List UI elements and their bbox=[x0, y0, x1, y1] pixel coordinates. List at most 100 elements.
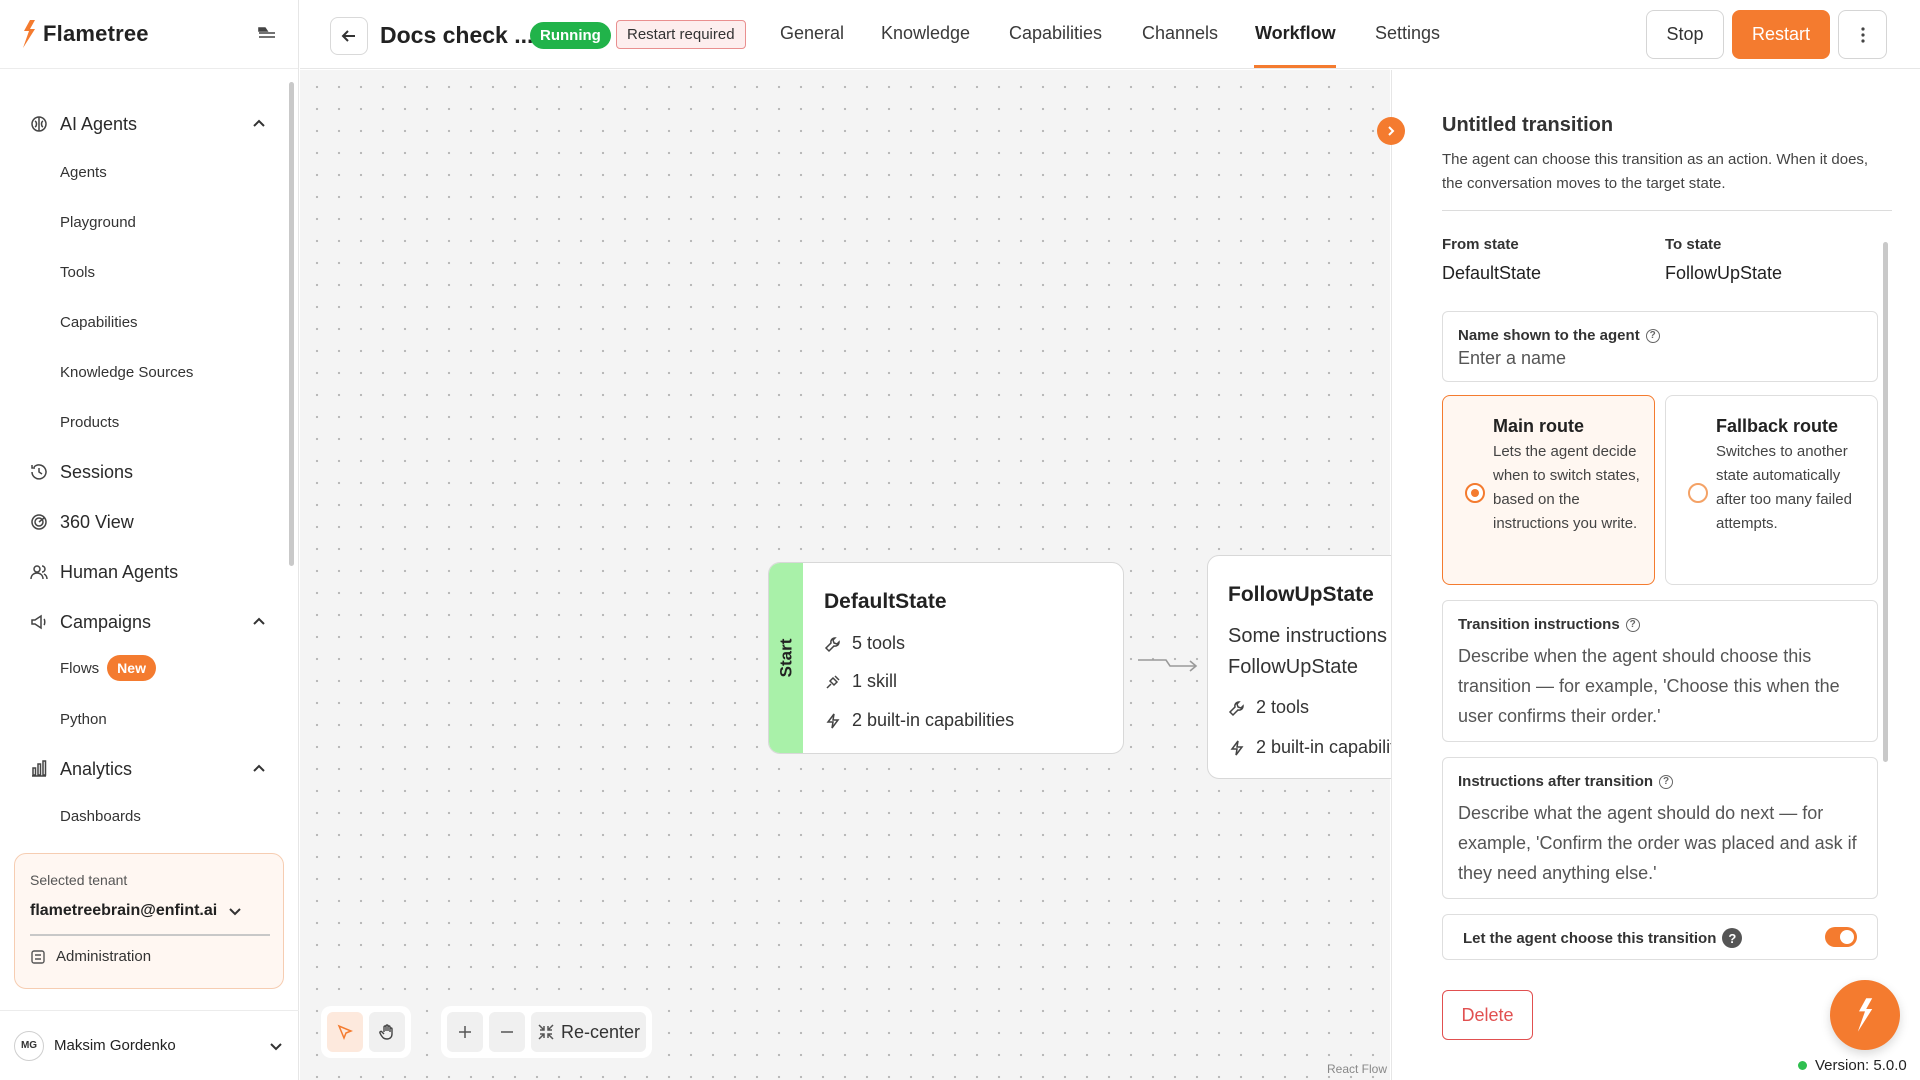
tab-workflow[interactable]: Workflow bbox=[1255, 23, 1336, 44]
chevron-up-icon[interactable] bbox=[250, 760, 268, 778]
panel-divider bbox=[1442, 210, 1892, 211]
more-options-button[interactable] bbox=[1838, 10, 1887, 59]
new-badge: New bbox=[107, 655, 156, 681]
sidebar-item-ai-agents[interactable]: AI Agents bbox=[28, 104, 268, 144]
user-menu[interactable]: MG Maksim Gordenko bbox=[0, 1010, 299, 1080]
fallback-route-radio[interactable] bbox=[1688, 483, 1708, 503]
flametree-logo-icon bbox=[1857, 998, 1873, 1032]
chevron-down-icon bbox=[270, 1042, 282, 1050]
restart-button[interactable]: Restart bbox=[1732, 10, 1830, 59]
radar-icon bbox=[28, 511, 50, 533]
recenter-button[interactable]: Re-center bbox=[531, 1012, 647, 1052]
status-dot-icon bbox=[1798, 1061, 1807, 1070]
history-icon bbox=[28, 461, 50, 483]
agent-choose-toggle-row: Let the agent choose this transition ? bbox=[1442, 914, 1878, 960]
tenant-dropdown[interactable]: flametreebrain@enfint.ai bbox=[30, 902, 268, 920]
sidebar-item-label: Sessions bbox=[60, 461, 134, 482]
tab-capabilities[interactable]: Capabilities bbox=[1009, 23, 1102, 44]
after-instructions-label: Instructions after transition ? bbox=[1458, 773, 1674, 790]
sidebar-item-tools[interactable]: Tools bbox=[60, 257, 95, 287]
label-text: Transition instructions bbox=[1458, 616, 1620, 633]
sidebar-item-knowledge-sources[interactable]: Knowledge Sources bbox=[60, 357, 193, 387]
agent-choose-toggle[interactable] bbox=[1825, 927, 1857, 947]
after-instructions-textarea[interactable]: Describe what the agent should do next —… bbox=[1458, 798, 1857, 888]
delete-button[interactable]: Delete bbox=[1442, 990, 1533, 1040]
plug-icon bbox=[826, 674, 840, 689]
recenter-label: Re-center bbox=[561, 1021, 641, 1042]
collapse-panel-button[interactable] bbox=[1377, 117, 1405, 145]
stop-button[interactable]: Stop bbox=[1646, 10, 1724, 59]
select-mode-button[interactable] bbox=[327, 1012, 363, 1052]
zoom-out-button[interactable] bbox=[489, 1012, 525, 1052]
zoom-in-button[interactable] bbox=[447, 1012, 483, 1052]
tab-general[interactable]: General bbox=[780, 23, 844, 44]
sidebar-scroll-thumb[interactable] bbox=[289, 82, 294, 566]
sidebar-item-products[interactable]: Products bbox=[60, 407, 119, 437]
tab-settings[interactable]: Settings bbox=[1375, 23, 1440, 44]
workflow-canvas[interactable]: Start DefaultState 5 tools 1 skill 2 bui… bbox=[300, 70, 1562, 1080]
panel-scroll-thumb[interactable] bbox=[1883, 242, 1888, 762]
assistant-chat-button[interactable] bbox=[1830, 980, 1900, 1050]
sidebar-item-playground[interactable]: Playground bbox=[60, 207, 136, 237]
brand-header: Flametree bbox=[0, 0, 298, 69]
name-field-label: Name shown to the agent ? bbox=[1458, 327, 1660, 344]
sidebar-item-flows[interactable]: Flows New bbox=[60, 653, 156, 683]
sidebar-item-agents[interactable]: Agents bbox=[60, 157, 107, 187]
to-state-value: FollowUpState bbox=[1665, 263, 1783, 283]
chevron-right-icon bbox=[1388, 126, 1395, 136]
collapse-sidebar-icon[interactable] bbox=[256, 23, 278, 45]
tab-channels[interactable]: Channels bbox=[1142, 23, 1218, 44]
flametree-logo-icon bbox=[23, 20, 35, 48]
start-marker: Start bbox=[769, 563, 803, 753]
sidebar-item-campaigns[interactable]: Campaigns bbox=[28, 602, 268, 642]
node-skill-count: 1 skill bbox=[824, 671, 897, 692]
node-title: DefaultState bbox=[824, 590, 947, 613]
sidebar-item-sessions[interactable]: Sessions bbox=[28, 452, 268, 492]
sidebar-item-label: Flows bbox=[60, 659, 100, 677]
sidebar-item-label: Analytics bbox=[60, 758, 133, 779]
node-title: FollowUpState bbox=[1228, 583, 1374, 606]
chevron-up-icon[interactable] bbox=[250, 613, 268, 631]
help-icon[interactable]: ? bbox=[1625, 617, 1640, 632]
help-icon[interactable]: ? bbox=[1659, 774, 1674, 789]
help-icon[interactable]: ? bbox=[1645, 328, 1660, 343]
sidebar-item-capabilities[interactable]: Capabilities bbox=[60, 307, 138, 337]
name-field[interactable]: Name shown to the agent ? Enter a name bbox=[1442, 311, 1878, 382]
plus-icon bbox=[459, 1026, 471, 1038]
avatar: MG bbox=[14, 1030, 44, 1061]
name-input[interactable]: Enter a name bbox=[1458, 343, 1857, 373]
transition-instructions-label: Transition instructions ? bbox=[1458, 616, 1640, 633]
panel-title: Untitled transition bbox=[1442, 114, 1614, 136]
fallback-route-option[interactable]: Fallback route Switches to another state… bbox=[1665, 395, 1878, 585]
chevron-up-icon[interactable] bbox=[250, 115, 268, 133]
back-button[interactable] bbox=[330, 17, 368, 55]
wrench-icon bbox=[1228, 700, 1244, 716]
arrow-left-icon bbox=[341, 30, 355, 42]
transition-instructions-textarea[interactable]: Describe when the agent should choose th… bbox=[1458, 641, 1857, 731]
pan-mode-button[interactable] bbox=[369, 1012, 405, 1052]
administration-link[interactable]: Administration bbox=[30, 948, 268, 965]
node-line-text: 2 built-in capabilities bbox=[852, 710, 1015, 730]
minus-icon bbox=[501, 1031, 513, 1033]
main-route-radio[interactable] bbox=[1465, 483, 1485, 503]
after-instructions-field[interactable]: Instructions after transition ? Describe… bbox=[1442, 757, 1878, 899]
sidebar-item-dashboards[interactable]: Dashboards bbox=[60, 801, 141, 831]
sidebar-item-label: Human Agents bbox=[60, 561, 179, 582]
sidebar-item-human-agents[interactable]: Human Agents bbox=[28, 552, 268, 592]
tab-knowledge[interactable]: Knowledge bbox=[881, 23, 970, 44]
sidebar-item-python[interactable]: Python bbox=[60, 704, 107, 734]
main-route-description: Lets the agent decide when to switch sta… bbox=[1493, 443, 1640, 532]
version-text: Version: 5.0.0 bbox=[1815, 1057, 1907, 1074]
admin-icon bbox=[31, 949, 45, 964]
from-state-value: DefaultState bbox=[1442, 263, 1542, 283]
state-node-defaultstate[interactable]: Start DefaultState 5 tools 1 skill 2 bui… bbox=[768, 562, 1124, 754]
sidebar-item-analytics[interactable]: Analytics bbox=[28, 749, 268, 789]
main-route-option[interactable]: Main route Lets the agent decide when to… bbox=[1442, 395, 1655, 585]
hand-icon bbox=[379, 1024, 393, 1040]
sidebar-item-360-view[interactable]: 360 View bbox=[28, 502, 268, 542]
help-icon[interactable]: ? bbox=[1722, 928, 1743, 948]
react-flow-attribution[interactable]: React Flow bbox=[1327, 1062, 1387, 1076]
transition-edge[interactable] bbox=[1136, 650, 1200, 680]
transition-instructions-field[interactable]: Transition instructions ? Describe when … bbox=[1442, 600, 1878, 742]
fallback-route-description: Switches to another state automatically … bbox=[1716, 443, 1852, 532]
